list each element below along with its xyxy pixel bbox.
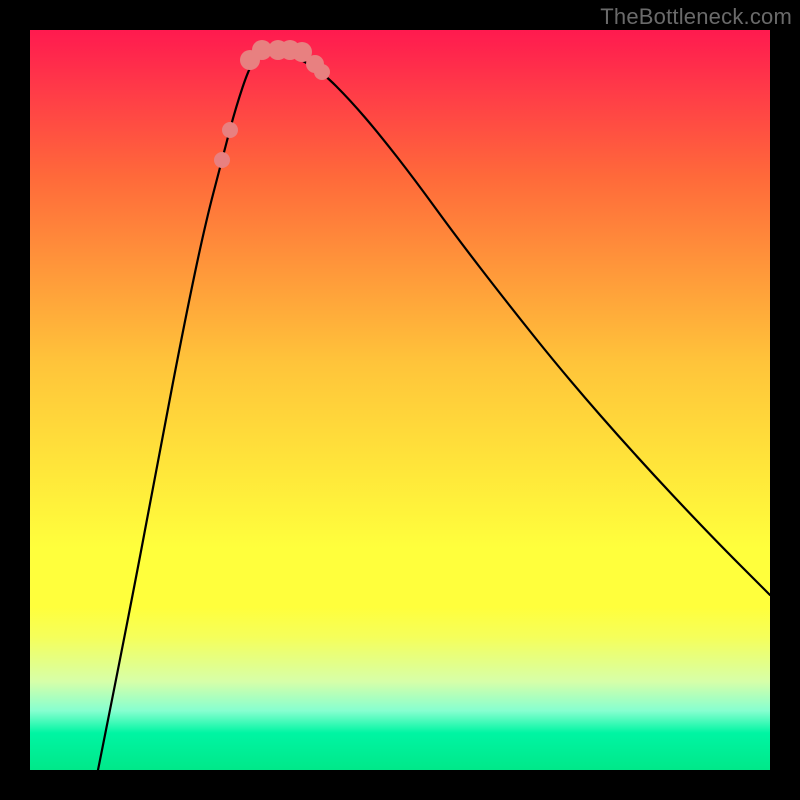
outer-frame: TheBottleneck.com xyxy=(0,0,800,800)
bottleneck-curve xyxy=(98,50,770,770)
data-point xyxy=(214,152,230,168)
marker-group xyxy=(214,40,330,168)
watermark-text: TheBottleneck.com xyxy=(600,4,792,30)
plot-area xyxy=(30,30,770,770)
curve-layer xyxy=(30,30,770,770)
data-point xyxy=(314,64,330,80)
data-point xyxy=(222,122,238,138)
